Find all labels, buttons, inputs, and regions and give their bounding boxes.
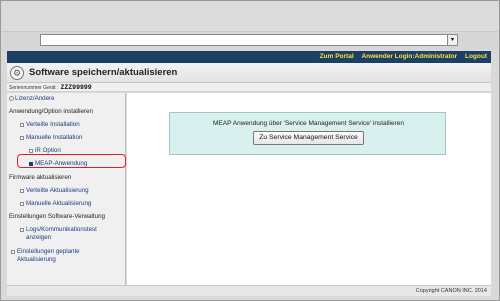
zum-portal-link[interactable]: Zum Portal [320,53,354,60]
sidebar-item-manuelle-aktualisierung[interactable]: Manuelle Aktualisierung [20,200,91,208]
selection-highlight [17,154,126,168]
service-management-button[interactable]: Zu Service Management Service [253,131,364,145]
checkbox-bullet-icon [20,136,24,140]
sidebar-item-geplante-cont[interactable]: Aktualisierung [17,256,56,264]
copyright-text: Copyright CANON INC. 2014 [415,288,487,294]
sidebar-section-anwendung: Anwendung/Option installieren [9,108,93,115]
login-info: Anwender Login:Administrator [361,53,458,60]
portal-bar: Zum Portal Anwender Login:Administrator … [7,51,491,63]
main-content: MEAP Anwendung über 'Service Management … [127,93,491,285]
sidebar-item-verteilte-installation[interactable]: Verteilte Installation [20,121,80,129]
address-field[interactable]: ▾ [40,34,458,46]
checkbox-bullet-icon [29,149,33,153]
checkbox-bullet-icon [20,123,24,127]
checkbox-bullet-icon [20,189,24,193]
page-title: Software speichern/aktualisieren [29,67,178,78]
serial-value: ZZZ99999 [60,84,92,91]
footer: Copyright CANON INC. 2014 [7,285,491,296]
sidebar-item-logs-cont[interactable]: anzeigen [26,234,51,242]
sidebar-section-firmware: Firmware aktualisieren [9,174,72,181]
page-header: ⚙ Software speichern/aktualisieren [7,63,491,83]
sidebar-item-logs[interactable]: Logs/Kommunikationstest [20,226,97,234]
serial-number-bar: Seriennummer Gerät : ZZZ99999 [7,83,491,92]
sidebar-item-verteilte-aktualisierung[interactable]: Verteilte Aktualisierung [20,187,89,195]
checkbox-bullet-icon [11,250,15,254]
browser-toolbar [2,2,498,32]
meap-message: MEAP Anwendung über 'Service Management … [213,120,404,127]
sidebar-item-lizenz[interactable]: Lizenz/Andere [9,95,55,103]
sidebar-item-geplante-aktualisierung[interactable]: Einstellungen geplante [11,248,80,256]
checkbox-bullet-icon [20,228,24,232]
circle-bullet-icon [9,96,14,101]
meap-install-panel: MEAP Anwendung über 'Service Management … [169,112,446,155]
sidebar-section-einstellungen: Einstellungen Software-Verwaltung [9,213,105,220]
sidebar-item-manuelle-installation[interactable]: Manuelle Installation [20,134,82,142]
sidebar: Lizenz/Andere Anwendung/Option installie… [7,93,126,285]
browser-window: ▾ Zum Portal Anwender Login:Administrato… [0,0,500,301]
software-gear-icon: ⚙ [10,66,24,80]
logout-link[interactable]: Logout [465,53,487,60]
serial-label: Seriennummer Gerät : [9,85,59,91]
checkbox-bullet-icon [20,202,24,206]
address-dropdown-icon[interactable]: ▾ [447,35,457,45]
